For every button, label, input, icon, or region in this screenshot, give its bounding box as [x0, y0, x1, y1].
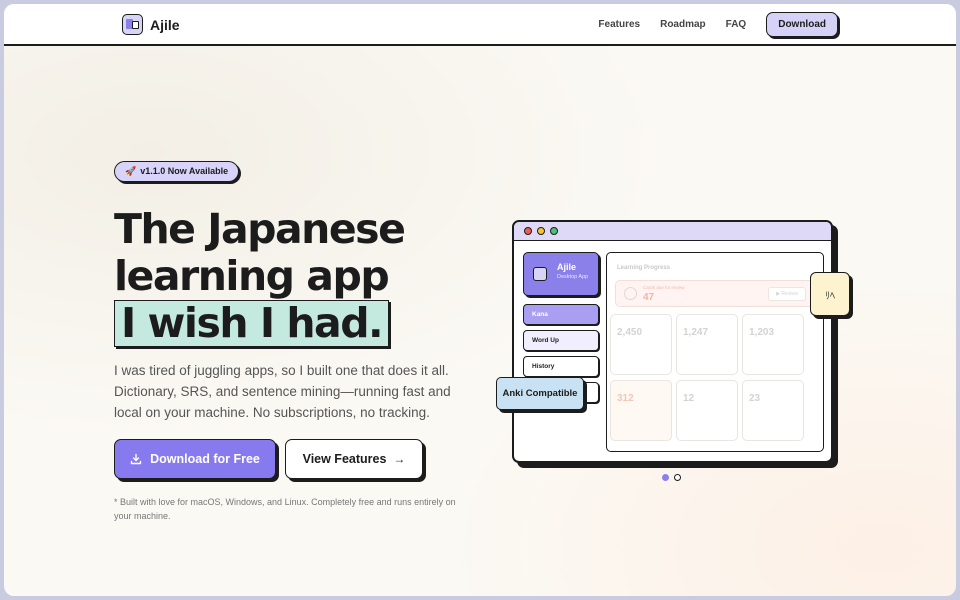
mockup-app-name: Ajile: [557, 262, 577, 272]
view-features-button[interactable]: View Features →: [285, 439, 423, 479]
review-count: 47: [643, 292, 655, 303]
browser-window: Ajile Features Roadmap FAQ Download 🚀 v1.…: [4, 4, 956, 596]
rocket-icon: 🚀: [125, 166, 137, 176]
review-circle-icon: [624, 287, 637, 300]
mockup-sidebar-history: History: [523, 356, 599, 377]
stat-card: 312: [610, 380, 672, 441]
view-features-label: View Features: [302, 452, 387, 466]
minimize-dot-icon: [537, 227, 545, 235]
review-label: Cards due for review: [643, 285, 685, 290]
nav-roadmap[interactable]: Roadmap: [660, 19, 706, 30]
carousel-dot-2[interactable]: [674, 474, 681, 481]
version-badge: 🚀 v1.1.0 Now Available: [114, 161, 240, 182]
mockup-sidebar-kana: Kana: [523, 304, 599, 325]
mockup-review-button: ▶ Review: [768, 287, 806, 301]
stat-card: 1,247: [676, 314, 738, 375]
mockup-titlebar: [514, 222, 831, 241]
app-mockup: Ajile Desktop App Kana Word Up History L…: [512, 220, 833, 463]
platform-footnote: * Built with love for macOS, Windows, an…: [114, 497, 456, 521]
stat-card: 23: [742, 380, 804, 441]
mockup-review-bar: Cards due for review 47 ▶ Review: [615, 280, 815, 307]
kanji-floating-card: ﾘﾍ: [810, 272, 850, 316]
anki-compatible-badge: Anki Compatible: [496, 377, 584, 410]
mockup-app-card: Ajile Desktop App: [523, 252, 599, 296]
stat-card: 1,203: [742, 314, 804, 375]
hero-description: I was tired of juggling apps, so I built…: [114, 363, 451, 420]
main-nav: Features Roadmap FAQ Download: [598, 12, 838, 37]
mockup-app-subtitle: Desktop App: [557, 274, 589, 280]
ajile-logo-icon: [122, 14, 143, 35]
header-download-button[interactable]: Download: [766, 12, 838, 37]
top-nav-bar: Ajile Features Roadmap FAQ Download: [4, 4, 956, 46]
download-icon: [130, 453, 142, 465]
stat-card: 2,450: [610, 314, 672, 375]
hero-title: The Japanese learning app I wish I had.: [114, 205, 406, 347]
nav-features[interactable]: Features: [598, 19, 640, 30]
brand-name: Ajile: [150, 16, 180, 33]
ajile-mini-logo-icon: [533, 267, 547, 281]
close-dot-icon: [524, 227, 532, 235]
mockup-panel-title: Learning Progress: [617, 265, 671, 271]
download-free-label: Download for Free: [150, 452, 260, 466]
nav-faq[interactable]: FAQ: [726, 19, 747, 30]
version-badge-label: v1.1.0 Now Available: [140, 166, 229, 176]
mockup-main-panel: Learning Progress Cards due for review 4…: [606, 252, 824, 452]
maximize-dot-icon: [550, 227, 558, 235]
carousel-dots: [662, 474, 686, 481]
mockup-sidebar-word-up: Word Up: [523, 330, 599, 351]
carousel-dot-1[interactable]: [662, 474, 669, 481]
hero-title-line2: learning app: [114, 252, 390, 300]
download-free-button[interactable]: Download for Free: [114, 439, 276, 479]
brand-logo[interactable]: Ajile: [122, 14, 180, 35]
hero-title-line1: The Japanese: [114, 205, 406, 253]
hero-title-highlight: I wish I had.: [114, 300, 390, 347]
arrow-right-icon: →: [393, 452, 406, 466]
stat-card: 12: [676, 380, 738, 441]
